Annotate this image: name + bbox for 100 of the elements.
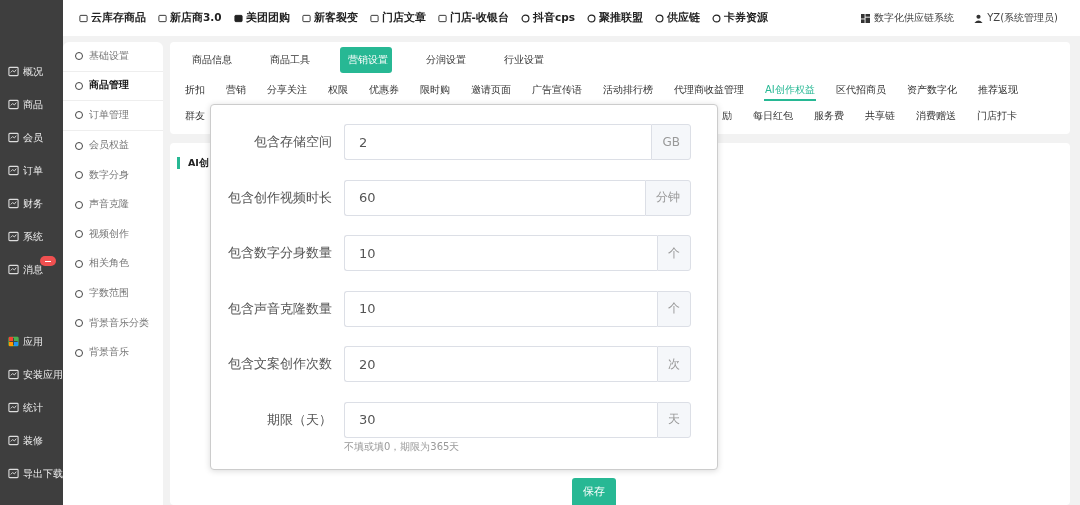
nav-link[interactable]: 新店商3.0 <box>158 11 222 25</box>
sub-tab[interactable]: 服务费 <box>813 107 845 127</box>
menu-icon <box>8 468 19 479</box>
menu-item[interactable]: 相关角色 <box>63 249 163 279</box>
sidebar-item[interactable]: 导出下载 <box>0 457 63 490</box>
nav-link[interactable]: 门店文章 <box>369 11 426 25</box>
nav-icon <box>233 13 243 23</box>
sub-tab[interactable]: 门店打卡 <box>976 107 1018 127</box>
menu-icon <box>8 99 19 110</box>
menu-item[interactable]: 背景音乐分类 <box>63 308 163 338</box>
menu-item[interactable]: 订单管理 <box>63 101 163 131</box>
hint-text: 不填或填0，期限为365天 <box>344 440 461 454</box>
sub-tab[interactable]: 消费赠送 <box>915 107 957 127</box>
field-label: 期限（天） <box>266 410 333 429</box>
nav-link[interactable]: 门店-收银台 <box>437 11 509 25</box>
menu-item[interactable]: 字数范围 <box>63 278 163 309</box>
sidebar-item[interactable]: 应用 <box>0 325 63 358</box>
menu-icon <box>8 435 19 446</box>
unit-label: 次 <box>657 346 691 382</box>
menu-item[interactable]: 基础设置 <box>63 42 163 72</box>
nav-link[interactable]: 卡券资源 <box>711 11 768 25</box>
nav-icon <box>437 13 447 23</box>
unit-label: 个 <box>657 235 691 271</box>
input-field[interactable]: 20 <box>344 346 657 382</box>
field-label: 包含声音克隆数量 <box>227 299 333 318</box>
system-name[interactable]: 数字化供应链系统 <box>874 11 955 25</box>
sub-tab[interactable]: 优惠券 <box>368 81 400 101</box>
menu-item[interactable]: 商品管理 <box>63 71 163 102</box>
unit-label: 天 <box>657 401 691 438</box>
sub-tab[interactable]: 励 <box>721 107 733 127</box>
menu-item[interactable]: 背景音乐 <box>63 337 163 368</box>
sub-tab[interactable]: 群友 <box>184 107 206 127</box>
menu-item[interactable]: 声音克隆 <box>63 189 163 220</box>
sidebar-item[interactable]: 概况 <box>0 55 63 88</box>
nav-icon <box>79 13 88 23</box>
input-field[interactable]: 30 <box>344 401 657 438</box>
menu-icon <box>8 402 19 413</box>
sub-tab[interactable]: 广告宣传语 <box>531 81 583 101</box>
tab[interactable]: 商品工具 <box>262 47 314 73</box>
circle-icon <box>520 13 530 23</box>
sub-tab[interactable]: 营销 <box>225 81 247 101</box>
sub-tab[interactable]: 每日红包 <box>752 107 794 127</box>
sub-tab[interactable]: 邀请页面 <box>470 81 512 101</box>
tab[interactable]: 分润设置 <box>418 47 470 73</box>
circle-icon <box>586 13 596 23</box>
field-label: 包含数字分身数量 <box>227 244 333 262</box>
menu-item[interactable]: 数字分身 <box>63 160 163 190</box>
circle-icon <box>711 13 721 23</box>
sub-tab[interactable]: 折扣 <box>184 81 206 101</box>
sidebar-item[interactable]: 安装应用 <box>0 358 63 391</box>
sub-tab[interactable]: 代理商收益管理 <box>673 81 745 101</box>
field-label: 包含创作视频时长 <box>227 188 333 207</box>
field-label: 包含存储空间 <box>253 133 333 151</box>
field-label: 包含文案创作次数 <box>227 355 333 373</box>
nav-link[interactable]: 美团团购 <box>233 11 290 25</box>
menu-item[interactable]: 视频创作 <box>63 219 163 250</box>
tab[interactable]: 行业设置 <box>496 47 548 73</box>
input-field[interactable]: 10 <box>344 235 657 271</box>
circle-icon <box>654 13 664 23</box>
sub-tab[interactable]: 限时购 <box>419 81 451 101</box>
sub-tab[interactable]: 活动排行榜 <box>602 81 654 101</box>
menu-icon <box>8 165 19 176</box>
sidebar-item[interactable]: 消息 <box>0 253 63 286</box>
nav-link[interactable]: 供应链 <box>654 11 700 25</box>
sub-tab[interactable]: 分享关注 <box>266 81 308 101</box>
grid-icon <box>861 13 871 23</box>
sidebar-item[interactable]: 商品 <box>0 88 63 121</box>
nav-link[interactable]: 抖音cps <box>520 11 575 25</box>
menu-icon <box>8 369 19 380</box>
sidebar-item[interactable]: 订单 <box>0 154 63 187</box>
nav-icon <box>158 13 167 23</box>
menu-item[interactable]: 会员权益 <box>63 130 163 161</box>
sub-tab[interactable]: 区代招商员 <box>834 81 887 101</box>
menu-icon <box>8 198 19 209</box>
nav-link[interactable]: 新客裂变 <box>301 11 358 25</box>
tab[interactable]: 商品信息 <box>184 47 236 73</box>
nav-icon <box>301 13 311 23</box>
sidebar-item[interactable]: 统计 <box>0 391 63 424</box>
sidebar-item[interactable]: 装修 <box>0 424 63 457</box>
nav-link[interactable]: 云库存商品 <box>79 11 146 25</box>
user-name[interactable]: YZ(系统管理员) <box>987 11 1058 25</box>
unit-label: GB <box>651 124 691 160</box>
sidebar-item[interactable]: 财务 <box>0 187 63 220</box>
input-field[interactable]: 10 <box>344 290 657 327</box>
sidebar-item[interactable]: 系统 <box>0 220 63 253</box>
unit-label: 个 <box>657 290 691 327</box>
input-field[interactable]: 2 <box>344 124 652 160</box>
menu-icon <box>8 264 19 275</box>
unit-label: 分钟 <box>645 179 691 216</box>
sub-tab[interactable]: 资产数字化 <box>905 81 958 101</box>
nav-link[interactable]: 聚推联盟 <box>586 11 643 25</box>
menu-icon <box>8 66 19 77</box>
sub-tab[interactable]: 共享链 <box>864 107 896 127</box>
user-icon <box>974 13 984 23</box>
menu-icon <box>8 132 19 143</box>
input-field[interactable]: 60 <box>344 179 645 216</box>
sub-tab[interactable]: 推荐返现 <box>976 81 1019 101</box>
sub-tab[interactable]: 权限 <box>327 81 349 101</box>
menu-icon <box>8 336 19 347</box>
sidebar-item[interactable]: 会员 <box>0 121 63 154</box>
